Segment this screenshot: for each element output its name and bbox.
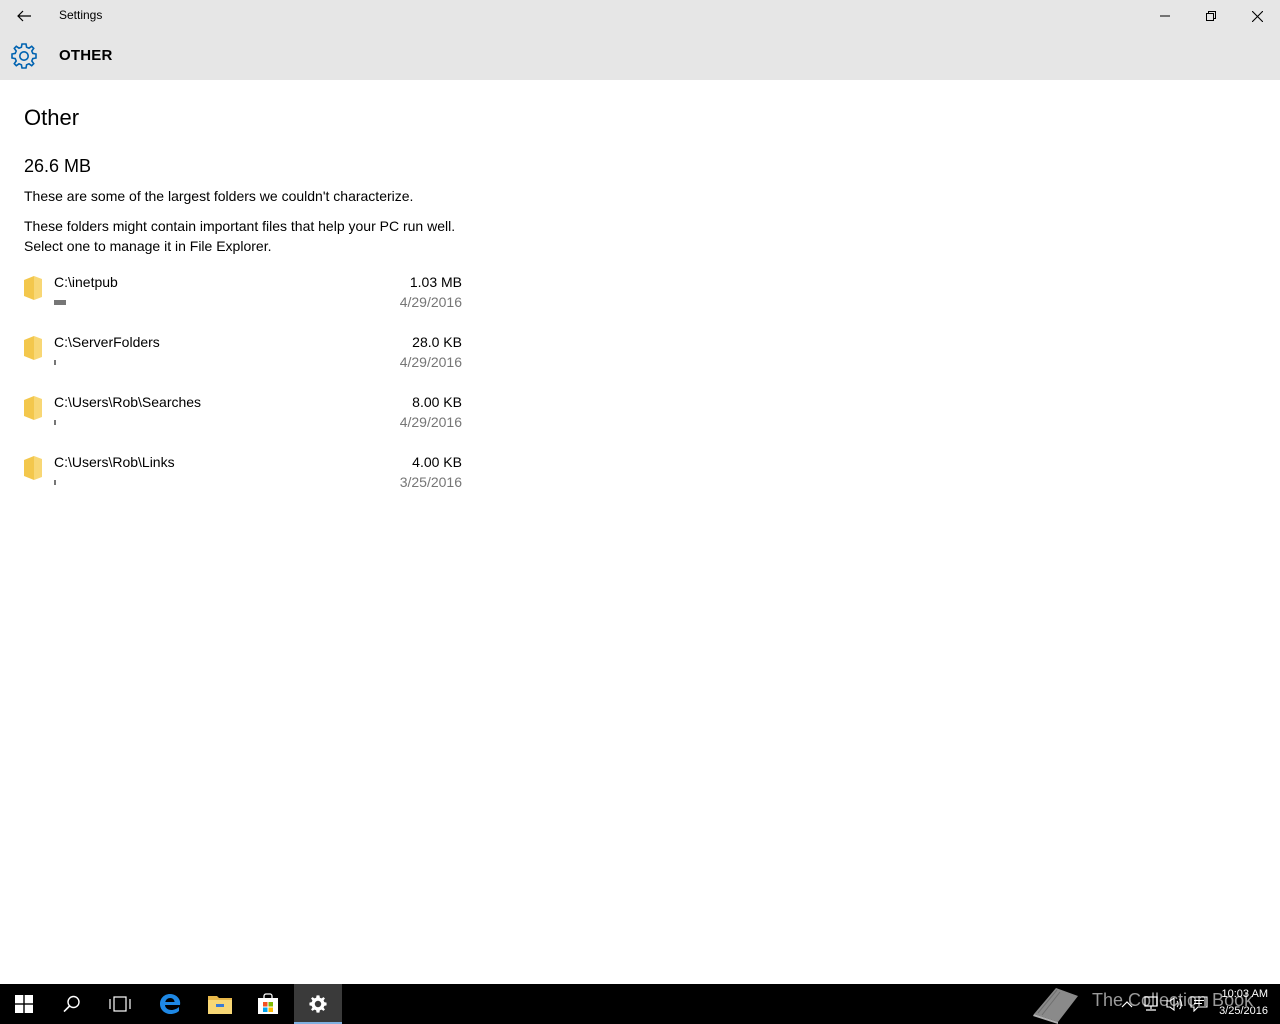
speaker-icon: [1166, 996, 1182, 1012]
usage-bar-fill: [54, 360, 56, 365]
edge-browser-icon: [160, 994, 181, 1014]
folder-size: 4.00 KB: [412, 454, 462, 470]
taskbar: The Collection Book 10:03 AM 3/25/2016: [0, 984, 1280, 1024]
folder-row[interactable]: C:\Users\Rob\Links 4.00 KB 3/25/2016: [24, 454, 464, 510]
task-view-button[interactable]: [96, 984, 144, 1024]
usage-bar: [54, 480, 354, 485]
folder-icon: [24, 276, 42, 300]
volume-button[interactable]: [1165, 994, 1185, 1014]
folder-path: C:\inetpub: [54, 274, 118, 290]
start-button[interactable]: [0, 984, 48, 1024]
minimize-button[interactable]: [1142, 0, 1188, 32]
close-button[interactable]: [1234, 0, 1280, 32]
edge-button[interactable]: [146, 984, 194, 1024]
folder-icon: [24, 396, 42, 420]
task-view-icon: [109, 996, 131, 1012]
file-explorer-button[interactable]: [196, 984, 244, 1024]
minimize-icon: [1160, 15, 1170, 17]
usage-bar: [54, 300, 354, 305]
folder-path: C:\Users\Rob\Links: [54, 454, 175, 470]
folder-icon: [24, 456, 42, 480]
description-text: These are some of the largest folders we…: [24, 188, 414, 204]
folder-row[interactable]: C:\ServerFolders 28.0 KB 4/29/2016: [24, 334, 464, 390]
search-icon: [63, 995, 80, 1013]
total-size: 26.6 MB: [24, 156, 92, 176]
folder-row[interactable]: C:\inetpub 1.03 MB 4/29/2016: [24, 274, 464, 330]
action-center-button[interactable]: [1189, 994, 1209, 1014]
network-button[interactable]: [1141, 994, 1161, 1014]
store-bag-icon: [258, 993, 278, 1014]
back-button[interactable]: [0, 0, 48, 32]
back-arrow-icon: [17, 10, 31, 22]
gear-icon: [309, 995, 327, 1013]
folder-path: C:\ServerFolders: [54, 334, 160, 350]
page-title: Other: [24, 105, 80, 130]
folder-path: C:\Users\Rob\Searches: [54, 394, 202, 410]
usage-bar: [54, 420, 354, 425]
header-title: OTHER: [59, 47, 113, 64]
folder-date: 4/29/2016: [399, 414, 462, 430]
store-button[interactable]: [244, 984, 292, 1024]
description-text-2: These folders might contain important fi…: [24, 218, 456, 254]
folder-date: 3/25/2016: [399, 474, 462, 490]
search-button[interactable]: [48, 984, 96, 1024]
book-logo-icon: [1033, 988, 1078, 1024]
notification-icon: [1190, 996, 1208, 1012]
show-hidden-icons-button[interactable]: [1117, 994, 1137, 1014]
usage-bar-fill: [54, 480, 56, 485]
folder-size: 8.00 KB: [412, 394, 462, 410]
settings-taskbar-button[interactable]: [294, 984, 342, 1024]
network-icon: [1144, 996, 1158, 1011]
restore-button[interactable]: [1188, 0, 1234, 32]
file-explorer-icon: [208, 996, 232, 1014]
folder-date: 4/29/2016: [399, 354, 462, 370]
clock-time[interactable]: 10:03 AM: [1222, 988, 1268, 1000]
gear-icon: [11, 43, 37, 69]
window-title: Settings: [59, 8, 103, 22]
folder-date: 4/29/2016: [399, 294, 462, 310]
folder-size: 1.03 MB: [409, 274, 462, 290]
folder-size: 28.0 KB: [412, 334, 462, 350]
usage-bar-fill: [54, 420, 56, 425]
title-bar: Settings: [0, 0, 1280, 32]
page-header: OTHER: [0, 32, 1280, 80]
clock-date[interactable]: 3/25/2016: [1219, 1005, 1268, 1017]
chevron-up-icon: [1121, 1001, 1133, 1008]
restore-icon: [1206, 11, 1216, 21]
usage-bar-fill: [54, 300, 66, 305]
folder-icon: [24, 336, 42, 360]
windows-logo-icon: [15, 995, 33, 1013]
close-icon: [1251, 10, 1263, 22]
usage-bar: [54, 360, 354, 365]
folder-row[interactable]: C:\Users\Rob\Searches 8.00 KB 4/29/2016: [24, 394, 464, 450]
